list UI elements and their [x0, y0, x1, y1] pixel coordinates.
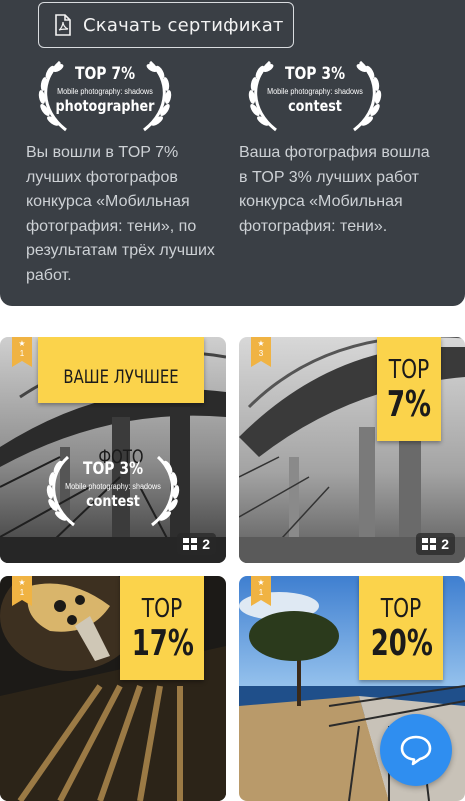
download-certificate-label: Скачать сертификат: [83, 14, 284, 36]
award-top-text: TOP 3%: [82, 459, 144, 479]
award-description-contest: Ваша фотография вошла в TOP 3% лучших ра…: [239, 141, 461, 239]
award-subtitle: Mobile photography: shadows: [267, 87, 363, 96]
badge-top-label: TOP: [388, 355, 430, 385]
photo-card[interactable]: ★ 1 TOP 17%: [0, 576, 226, 801]
award-bottom-text: contest: [86, 492, 140, 510]
award-bottom-text: photographer: [55, 97, 155, 115]
star-icon: ★: [18, 578, 26, 587]
badge-top-label: TOP: [141, 594, 183, 624]
photo-card[interactable]: ★ 1 ВАШЕ ЛУЧШЕЕ ФОТО TOP 3% Mobile photo: [0, 337, 226, 563]
description-line: Ваша фотография вошла: [239, 144, 430, 161]
award-description-photographer: Вы вошли в TOP 7% лучших фотографов конк…: [26, 141, 231, 288]
description-line: конкурса «Мобильная: [26, 193, 190, 210]
award-contest-top3: TOP 3% Mobile photography: shadows conte…: [230, 50, 400, 138]
photo-count: 2: [441, 536, 449, 552]
description-line: лучших фотографов: [26, 168, 178, 186]
award-photographer-top7: TOP 7% Mobile photography: shadows photo…: [20, 50, 190, 138]
chat-bubble-icon: [400, 735, 432, 766]
star-icon: ★: [18, 339, 26, 348]
award-contest-top3: TOP 3% Mobile photography: shadows conte…: [28, 445, 198, 533]
top-percent-badge: TOP 17%: [120, 576, 204, 680]
gallery-grid-icon: [422, 538, 437, 550]
download-certificate-button[interactable]: Скачать сертификат: [38, 2, 294, 48]
rank-number: 1: [258, 588, 264, 597]
gallery-grid-icon: [183, 538, 198, 550]
photo-count: 2: [202, 536, 210, 552]
badge-percent: 17%: [131, 623, 194, 664]
star-icon: ★: [257, 339, 265, 348]
description-line: работ.: [26, 266, 72, 284]
pdf-file-icon: [55, 14, 71, 36]
description-line: фотография: тени».: [239, 217, 388, 235]
description-line: фотография: тени», по: [26, 217, 197, 235]
photo-count-badge: 2: [416, 533, 455, 555]
top-percent-badge: TOP 7%: [377, 337, 441, 441]
rank-number: 3: [258, 349, 264, 358]
award-top-text: TOP 3%: [284, 64, 346, 84]
top-percent-badge: TOP 20%: [359, 576, 443, 680]
award-top-text: TOP 7%: [74, 64, 136, 84]
photo-count-badge: 2: [177, 533, 216, 555]
rank-number: 1: [19, 588, 25, 597]
badge-top-label: TOP: [380, 594, 422, 624]
best-photo-badge: ВАШЕ ЛУЧШЕЕ ФОТО: [38, 337, 204, 468]
rank-number: 1: [19, 349, 25, 358]
badge-percent: 7%: [386, 384, 432, 425]
description-line: конкурса «Мобильная: [239, 193, 403, 210]
award-subtitle: Mobile photography: shadows: [57, 87, 153, 96]
photo-card[interactable]: ★ 3 TOP 7% 2: [239, 337, 465, 563]
description-line: Вы вошли в TOP 7%: [26, 144, 179, 161]
description-line: результатам трёх лучших: [26, 242, 215, 259]
description-line: в TOP 3% лучших работ: [239, 168, 419, 186]
award-subtitle: Mobile photography: shadows: [65, 482, 161, 491]
certificate-panel: Скачать сертификат TOP 7% Mobile photogr…: [0, 0, 465, 306]
chat-button[interactable]: [380, 714, 452, 786]
award-bottom-text: contest: [288, 97, 342, 115]
badge-percent: 20%: [370, 623, 433, 664]
star-icon: ★: [257, 578, 265, 587]
